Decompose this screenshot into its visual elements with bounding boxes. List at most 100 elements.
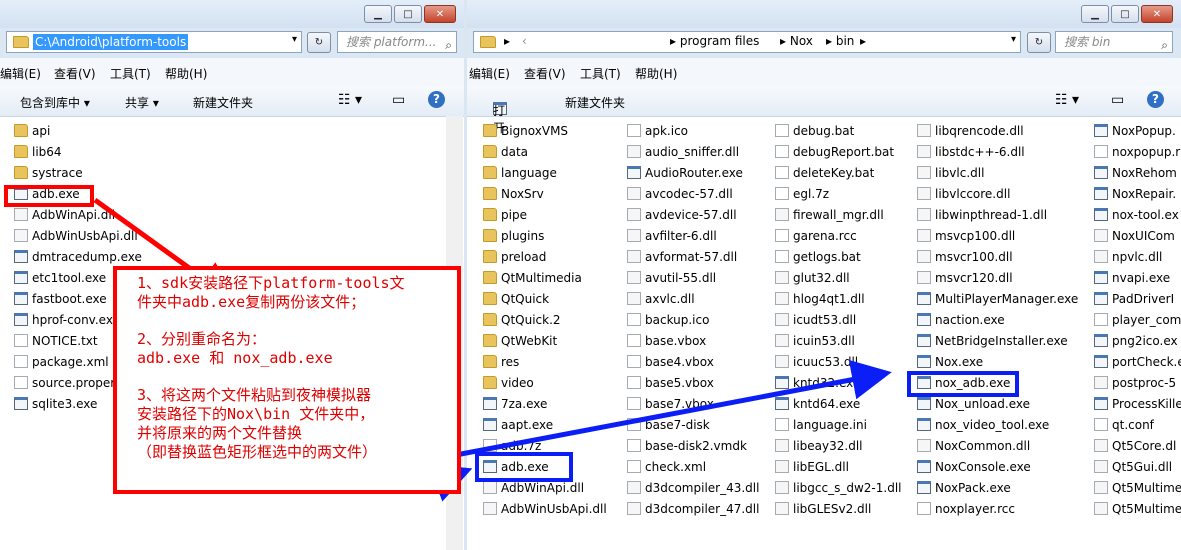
- file-item[interactable]: AdbWinApi.dll: [14, 205, 115, 225]
- breadcrumb-nox[interactable]: ▸ Nox: [780, 34, 813, 48]
- file-item[interactable]: NoxSrv: [483, 184, 544, 204]
- file-item[interactable]: Qt5Multime: [1094, 499, 1181, 519]
- file-item[interactable]: check.xml: [627, 457, 706, 477]
- address-path[interactable]: C:\Android\platform-tools: [33, 34, 189, 50]
- file-item[interactable]: kntd64.exe: [775, 394, 860, 414]
- file-item[interactable]: noxpopup.r: [1094, 142, 1180, 162]
- file-item[interactable]: icuin53.dll: [775, 331, 855, 351]
- file-item[interactable]: hprof-conv.exe: [14, 310, 120, 330]
- file-item[interactable]: naction.exe: [917, 310, 1005, 330]
- file-item[interactable]: portCheck.e: [1094, 352, 1181, 372]
- file-item[interactable]: NoxPopup.: [1094, 121, 1176, 141]
- file-item[interactable]: QtMultimedia: [483, 268, 582, 288]
- file-item[interactable]: npvlc.dll: [1094, 247, 1162, 267]
- menu-view[interactable]: 查看(V): [54, 65, 96, 82]
- new-folder-button[interactable]: 新建文件夹: [193, 94, 253, 111]
- file-item[interactable]: aapt.exe: [483, 415, 553, 435]
- file-item[interactable]: getlogs.bat: [775, 247, 861, 267]
- file-item[interactable]: msvcr120.dll: [917, 268, 1013, 288]
- file-item[interactable]: egl.7z: [775, 184, 829, 204]
- file-item[interactable]: libvlc.dll: [917, 163, 984, 183]
- file-item[interactable]: video: [483, 373, 534, 393]
- include-in-library-button[interactable]: 包含到库中 ▾: [20, 94, 90, 111]
- file-item[interactable]: AudioRouter.exe: [627, 163, 743, 183]
- refresh-icon[interactable]: ↻: [307, 32, 331, 53]
- file-item[interactable]: avformat-57.dll: [627, 247, 737, 267]
- address-bar[interactable]: C:\Android\platform-tools ▾: [6, 31, 302, 53]
- file-item[interactable]: qt.conf: [1094, 415, 1154, 435]
- file-item[interactable]: Nox_unload.exe: [917, 394, 1030, 414]
- file-item[interactable]: NOTICE.txt: [14, 331, 98, 351]
- file-item[interactable]: base7.vbox: [627, 394, 714, 414]
- file-item[interactable]: msvcp100.dll: [917, 226, 1015, 246]
- menu-help[interactable]: 帮助(H): [635, 65, 677, 82]
- breadcrumb[interactable]: ▸ ‹ ▸ program files ▸ Nox ▸ bin ▸ ▾: [473, 31, 1021, 53]
- breadcrumb-program-files[interactable]: ▸ program files: [670, 34, 759, 48]
- file-item[interactable]: preload: [483, 247, 546, 267]
- menu-view[interactable]: 查看(V): [524, 65, 566, 82]
- file-item[interactable]: d3dcompiler_43.dll: [627, 478, 759, 498]
- file-item[interactable]: MultiPlayerManager.exe: [917, 289, 1078, 309]
- search-input[interactable]: 搜索 bin ⌕: [1055, 31, 1173, 53]
- view-options-icon[interactable]: ☷ ▾: [1055, 92, 1079, 108]
- search-icon[interactable]: ⌕: [445, 35, 452, 55]
- file-item[interactable]: package.xml: [14, 352, 109, 372]
- file-item[interactable]: NoxConsole.exe: [917, 457, 1031, 477]
- file-item[interactable]: PadDriverI: [1094, 289, 1174, 309]
- share-button[interactable]: 共享 ▾: [125, 94, 159, 111]
- breadcrumb-root[interactable]: ‹: [522, 34, 527, 48]
- file-item[interactable]: Qt5Core.dl: [1094, 436, 1176, 456]
- file-item[interactable]: libeay32.dll: [775, 436, 863, 456]
- file-item[interactable]: pipe: [483, 205, 527, 225]
- preview-pane-icon[interactable]: ▭: [392, 92, 405, 108]
- file-item[interactable]: libstdc++-6.dll: [917, 142, 1025, 162]
- file-item[interactable]: AdbWinUsbApi.dll: [483, 499, 607, 519]
- refresh-icon[interactable]: ↻: [1027, 32, 1051, 53]
- file-item[interactable]: apk.ico: [627, 121, 688, 141]
- file-item[interactable]: glut32.dll: [775, 268, 850, 288]
- preview-pane-icon[interactable]: ▭: [1111, 92, 1124, 108]
- chevron-down-icon[interactable]: ▾: [292, 34, 297, 45]
- menu-tools[interactable]: 工具(T): [580, 65, 621, 82]
- file-item[interactable]: NoxUICom: [1094, 226, 1175, 246]
- help-icon[interactable]: ?: [428, 91, 445, 108]
- file-item[interactable]: dmtracedump.exe: [14, 247, 142, 267]
- file-item[interactable]: QtQuick: [483, 289, 549, 309]
- file-item[interactable]: debugReport.bat: [775, 142, 894, 162]
- file-item[interactable]: hlog4qt1.dll: [775, 289, 865, 309]
- file-item[interactable]: systrace: [14, 163, 83, 183]
- file-item[interactable]: icuuc53.dll: [775, 352, 858, 372]
- close-icon[interactable]: ✕: [1141, 5, 1173, 23]
- file-item[interactable]: kntd32.exe: [775, 373, 860, 393]
- file-item[interactable]: NoxRehom: [1094, 163, 1177, 183]
- file-item[interactable]: libvlccore.dll: [917, 184, 1010, 204]
- file-item[interactable]: postproc-5: [1094, 373, 1176, 393]
- search-icon[interactable]: ⌕: [1161, 35, 1168, 55]
- file-item[interactable]: QtWebKit: [483, 331, 557, 351]
- file-item[interactable]: Qt5Multime: [1094, 478, 1181, 498]
- file-item[interactable]: d3dcompiler_47.dll: [627, 499, 759, 519]
- help-icon[interactable]: ?: [1147, 91, 1164, 108]
- file-item[interactable]: base5.vbox: [627, 373, 714, 393]
- file-item[interactable]: base4.vbox: [627, 352, 714, 372]
- file-item[interactable]: base7-disk: [627, 415, 710, 435]
- file-item[interactable]: Nox.exe: [917, 352, 983, 372]
- file-item[interactable]: deleteKey.bat: [775, 163, 874, 183]
- file-item[interactable]: 7za.exe: [483, 394, 547, 414]
- maximize-icon[interactable]: □: [1111, 5, 1139, 23]
- file-item[interactable]: NoxPack.exe: [917, 478, 1011, 498]
- file-item[interactable]: sqlite3.exe: [14, 394, 97, 414]
- file-item[interactable]: ProcessKille: [1094, 394, 1181, 414]
- file-item[interactable]: NetBridgeInstaller.exe: [917, 331, 1068, 351]
- file-item[interactable]: icudt53.dll: [775, 310, 856, 330]
- file-item[interactable]: base-disk2.vmdk: [627, 436, 747, 456]
- file-item[interactable]: Qt5Gui.dll: [1094, 457, 1172, 477]
- file-item[interactable]: nox-tool.ex: [1094, 205, 1179, 225]
- file-item[interactable]: png2ico.ex: [1094, 331, 1178, 351]
- file-item[interactable]: AdbWinUsbApi.dll: [14, 226, 138, 246]
- file-item[interactable]: language: [483, 163, 557, 183]
- file-item[interactable]: firewall_mgr.dll: [775, 205, 884, 225]
- file-item[interactable]: avfilter-6.dll: [627, 226, 717, 246]
- file-item[interactable]: data: [483, 142, 528, 162]
- menu-help[interactable]: 帮助(H): [165, 65, 207, 82]
